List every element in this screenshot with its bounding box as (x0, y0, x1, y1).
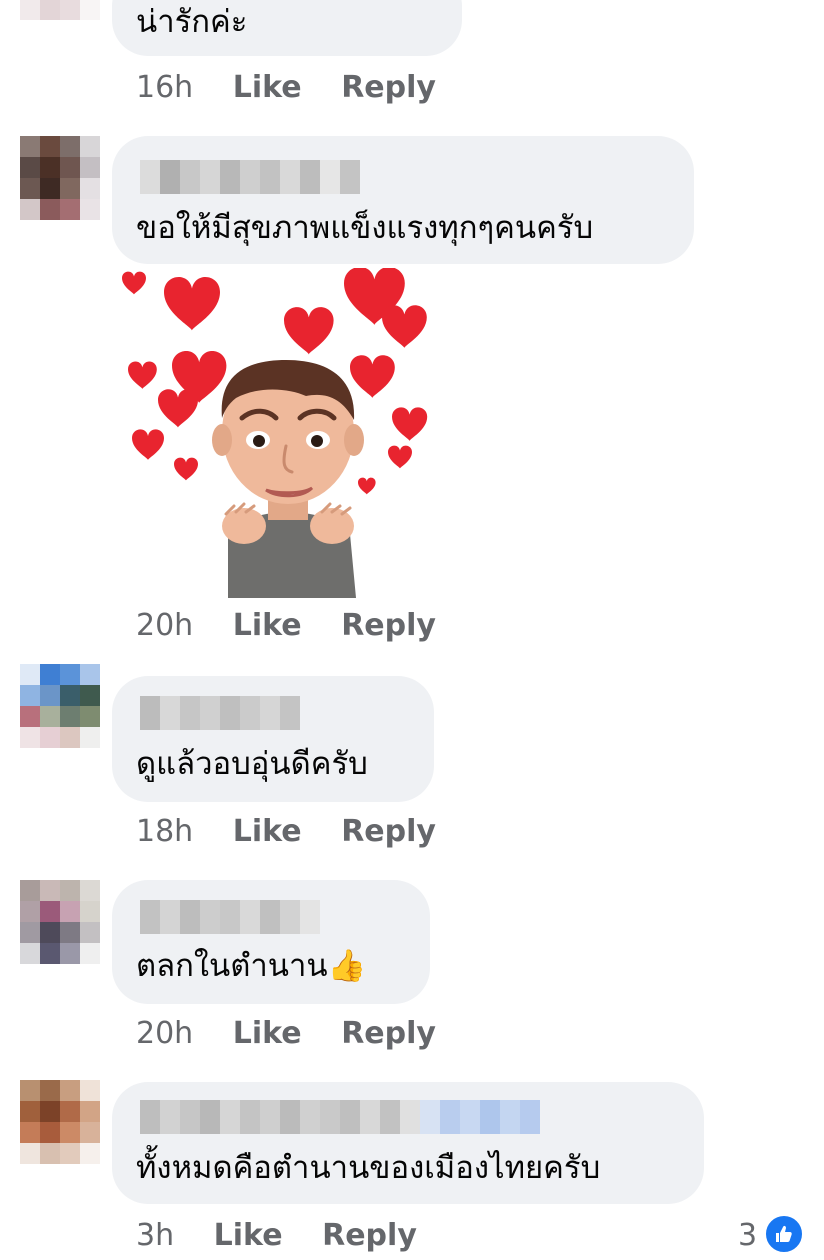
like-button[interactable]: Like (233, 70, 302, 105)
comment-meta: 20h Like Reply (136, 606, 436, 646)
comment-time: 20h (136, 608, 194, 643)
avatar[interactable] (20, 1080, 100, 1164)
avatar[interactable] (20, 136, 100, 220)
comment-text: ดูแล้วอบอุ่นดีครับ (136, 746, 368, 782)
reply-button[interactable]: Reply (322, 1218, 417, 1253)
like-button[interactable]: Like (233, 814, 302, 849)
comment-meta: 20h Like Reply (136, 1014, 436, 1054)
comment-meta: 18h Like Reply (136, 812, 436, 852)
comment-time: 3h (136, 1218, 175, 1253)
thumbs-up-emoji-icon: 👍 (327, 948, 367, 984)
comment-meta: 3h Like Reply (136, 1216, 417, 1256)
commenter-name-blurred[interactable] (140, 1100, 540, 1134)
sticker-image (122, 266, 428, 598)
commenter-name-blurred[interactable] (140, 696, 300, 730)
comment-text: ทั้งหมดคือตำนานของเมืองไทยครับ (136, 1150, 601, 1186)
thumbs-up-icon[interactable] (764, 1214, 804, 1254)
comment-meta: 16h Like Reply (136, 68, 436, 108)
thumbs-up-glyph (776, 1225, 792, 1242)
like-button[interactable]: Like (214, 1218, 283, 1253)
avatar[interactable] (20, 664, 100, 748)
heart-eyes-avatar-sticker[interactable] (118, 266, 438, 598)
reply-button[interactable]: Reply (341, 1016, 436, 1051)
avatar[interactable] (20, 880, 100, 964)
avatar[interactable] (20, 0, 100, 20)
comment-text: ขอให้มีสุขภาพแข็งแรงทุกๆคนครับ (136, 210, 594, 246)
reply-button[interactable]: Reply (341, 814, 436, 849)
reply-button[interactable]: Reply (341, 70, 436, 105)
comment-time: 20h (136, 1016, 194, 1051)
comment-time: 16h (136, 70, 194, 105)
reaction-count[interactable]: 3 (738, 1216, 757, 1256)
commenter-name-blurred[interactable] (140, 160, 360, 194)
like-button[interactable]: Like (233, 608, 302, 643)
comment-text: น่ารักค่ะ (136, 4, 248, 40)
commenter-name-blurred[interactable] (140, 900, 320, 934)
like-button[interactable]: Like (233, 1016, 302, 1051)
comment-time: 18h (136, 814, 194, 849)
comment-text: ตลกในตำนาน👍 (136, 946, 366, 986)
reply-button[interactable]: Reply (341, 608, 436, 643)
comment-text-body: ตลกในตำนาน (136, 948, 328, 984)
